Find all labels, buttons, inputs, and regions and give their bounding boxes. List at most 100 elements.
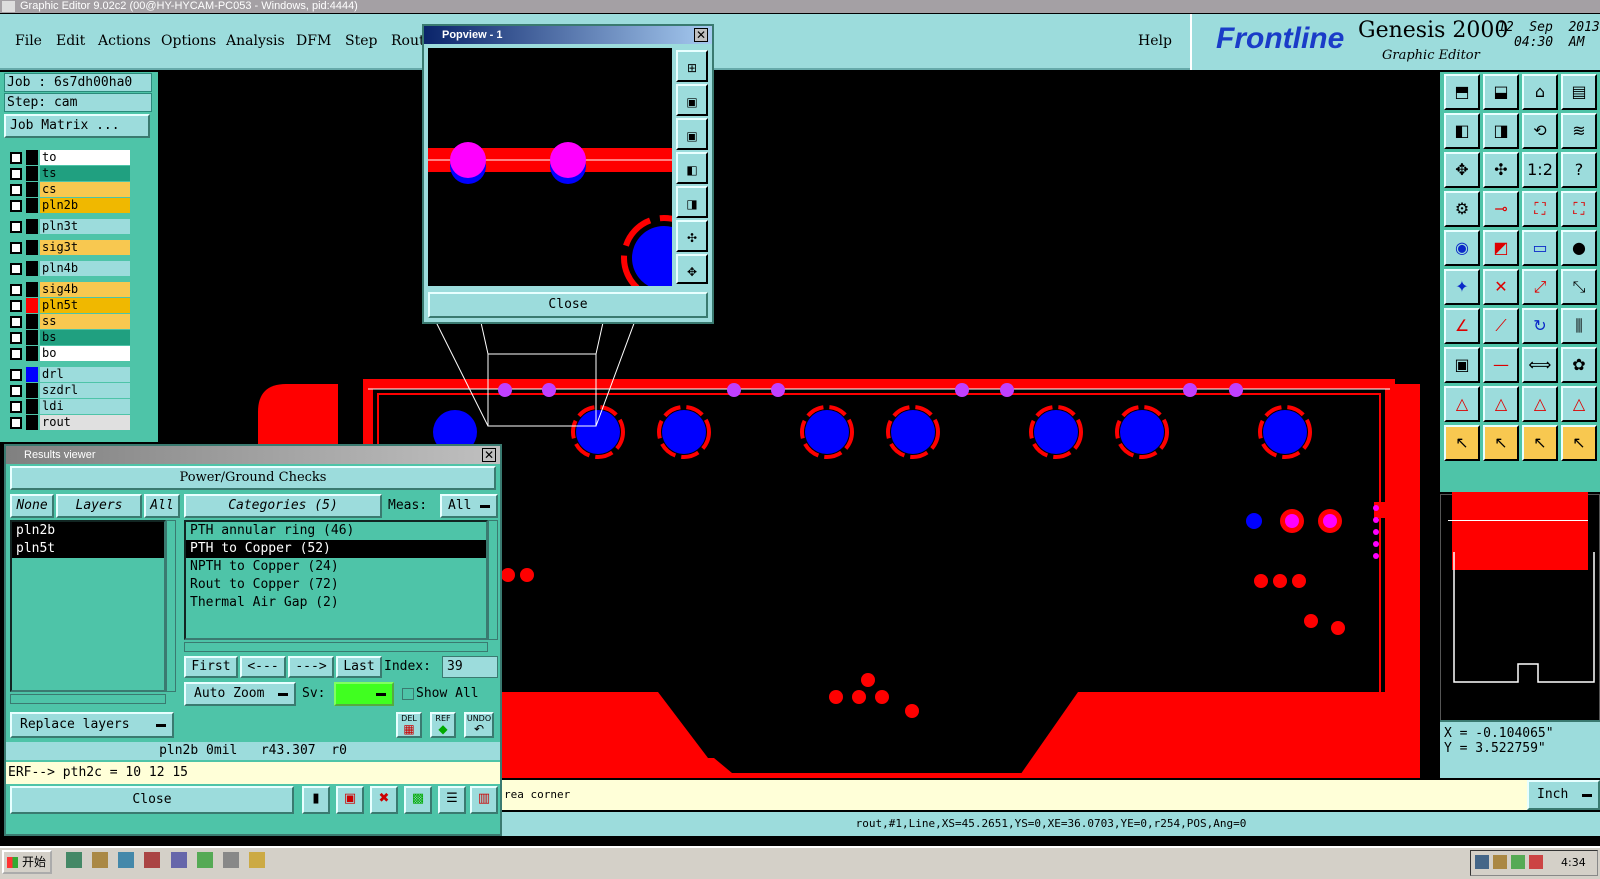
popview-pan-up-icon[interactable]: ▣ bbox=[676, 84, 708, 116]
undo-button[interactable]: UNDO ↶ bbox=[464, 712, 494, 738]
category-item[interactable]: NPTH to Copper (24) bbox=[186, 558, 486, 576]
measure-icon[interactable]: ⊸ bbox=[1483, 191, 1519, 227]
category-list-scrollbar[interactable] bbox=[488, 520, 498, 640]
snap-icon[interactable]: ≋ bbox=[1561, 113, 1597, 149]
tri-4-icon[interactable]: △ bbox=[1561, 386, 1597, 422]
line-h-icon[interactable]: — bbox=[1483, 347, 1519, 383]
pan-right-icon[interactable]: ◨ bbox=[1483, 113, 1519, 149]
category-list-hscroll[interactable] bbox=[184, 642, 488, 652]
category-item[interactable]: PTH annular ring (46) bbox=[186, 522, 486, 540]
rotate-icon[interactable]: ⟲ bbox=[1522, 113, 1558, 149]
del-button[interactable]: DEL ▦ bbox=[396, 712, 422, 738]
layer-checkbox[interactable] bbox=[10, 385, 22, 397]
layer-row-ldi[interactable]: ldi bbox=[8, 399, 130, 414]
popview-pan-down-icon[interactable]: ▣ bbox=[676, 118, 708, 150]
box-icon[interactable]: ▣ bbox=[1444, 347, 1480, 383]
menu-file[interactable]: File bbox=[15, 33, 42, 49]
menu-analysis[interactable]: Analysis bbox=[226, 33, 285, 49]
layer-row-pln4b[interactable]: pln4b bbox=[8, 261, 130, 276]
replace-layers-select[interactable]: Replace layers bbox=[10, 712, 174, 738]
layer-list-scrollbar[interactable] bbox=[166, 520, 176, 692]
results-tool-1-icon[interactable]: ▮ bbox=[302, 786, 330, 814]
start-button[interactable]: 开始 bbox=[2, 850, 52, 874]
categories-button[interactable]: Categories (5) bbox=[184, 494, 382, 518]
tri-1-icon[interactable]: △ bbox=[1444, 386, 1480, 422]
menu-actions[interactable]: Actions bbox=[98, 33, 151, 49]
tri-2-icon[interactable]: △ bbox=[1483, 386, 1519, 422]
prev-button[interactable]: <--- bbox=[240, 656, 286, 678]
ruler-icon[interactable]: ▭ bbox=[1522, 230, 1558, 266]
select-4-icon[interactable]: ↖ bbox=[1561, 425, 1597, 461]
results-tool-2-icon[interactable]: ▣ bbox=[336, 786, 364, 814]
results-close-button[interactable]: Close bbox=[10, 786, 294, 814]
layer-row-rout[interactable]: rout bbox=[8, 415, 130, 430]
layer-row-pln3t[interactable]: pln3t bbox=[8, 219, 130, 234]
layout-icon[interactable]: ▤ bbox=[1561, 74, 1597, 110]
layer-list-hscroll[interactable] bbox=[10, 694, 166, 704]
results-tool-6-icon[interactable]: ▥ bbox=[470, 786, 498, 814]
help-icon[interactable]: ? bbox=[1561, 152, 1597, 188]
layer-row-to[interactable]: to bbox=[8, 150, 130, 165]
popview-fit-icon[interactable]: ✣ bbox=[676, 220, 708, 252]
center-icon[interactable]: ✣ bbox=[1483, 152, 1519, 188]
select-1-icon[interactable]: ↖ bbox=[1444, 425, 1480, 461]
ref-button[interactable]: REF ◆ bbox=[430, 712, 456, 738]
parallel-icon[interactable]: ⫼ bbox=[1561, 308, 1597, 344]
tray-icon[interactable] bbox=[1529, 855, 1543, 869]
job-matrix-button[interactable]: Job Matrix ... bbox=[4, 114, 150, 138]
category-item[interactable]: PTH to Copper (52) bbox=[186, 540, 486, 558]
layer-checkbox[interactable] bbox=[10, 369, 22, 381]
layer-checkbox[interactable] bbox=[10, 417, 22, 429]
layer-row-ts[interactable]: ts bbox=[8, 166, 130, 181]
show-all-checkbox[interactable] bbox=[402, 688, 414, 700]
layer-row-sig3t[interactable]: sig3t bbox=[8, 240, 130, 255]
layers-button[interactable]: Layers bbox=[56, 494, 142, 518]
popview-pan-left-icon[interactable]: ◧ bbox=[676, 152, 708, 184]
layer-row-pln2b[interactable]: pln2b bbox=[8, 198, 130, 213]
layer-checkbox[interactable] bbox=[10, 168, 22, 180]
quick-launch-icon[interactable] bbox=[170, 852, 187, 868]
arc-icon[interactable]: ↻ bbox=[1522, 308, 1558, 344]
quick-launch-icon[interactable] bbox=[118, 852, 135, 868]
layer-row-ss[interactable]: ss bbox=[8, 314, 130, 329]
pan-left-icon[interactable]: ◧ bbox=[1444, 113, 1480, 149]
popview-canvas[interactable] bbox=[428, 48, 672, 286]
layer-checkbox[interactable] bbox=[10, 242, 22, 254]
stretch-icon[interactable]: ⤢ bbox=[1522, 269, 1558, 305]
units-select[interactable]: Inch bbox=[1527, 780, 1600, 810]
layer-checkbox[interactable] bbox=[10, 184, 22, 196]
pattern-icon[interactable]: ✿ bbox=[1561, 347, 1597, 383]
category-item[interactable]: Rout to Copper (72) bbox=[186, 576, 486, 594]
net-2-icon[interactable]: ⛶ bbox=[1561, 191, 1597, 227]
tray-icon[interactable] bbox=[1511, 855, 1525, 869]
layer-checkbox[interactable] bbox=[10, 152, 22, 164]
layer-checkbox[interactable] bbox=[10, 284, 22, 296]
menu-edit[interactable]: Edit bbox=[56, 33, 85, 49]
category-list[interactable]: PTH annular ring (46) PTH to Copper (52) N… bbox=[184, 520, 488, 640]
tray-icon[interactable] bbox=[1475, 855, 1489, 869]
layer-row-sig4b[interactable]: sig4b bbox=[8, 282, 130, 297]
popview-close-button[interactable]: Close bbox=[428, 292, 708, 318]
zoom-home-icon[interactable]: ⬒ bbox=[1444, 74, 1480, 110]
layer-row-cs[interactable]: cs bbox=[8, 182, 130, 197]
results-tool-4-icon[interactable]: ▩ bbox=[404, 786, 432, 814]
layer-checkbox[interactable] bbox=[10, 316, 22, 328]
layer-row-szdrl[interactable]: szdrl bbox=[8, 383, 130, 398]
layer-checkbox[interactable] bbox=[10, 348, 22, 360]
menu-dfm[interactable]: DFM bbox=[296, 33, 331, 49]
index-input[interactable]: 39 bbox=[442, 656, 498, 678]
layer-checkbox[interactable] bbox=[10, 401, 22, 413]
category-item[interactable]: Thermal Air Gap (2) bbox=[186, 594, 486, 612]
connect-icon[interactable]: ✦ bbox=[1444, 269, 1480, 305]
layer-checkbox[interactable] bbox=[10, 221, 22, 233]
tri-3-icon[interactable]: △ bbox=[1522, 386, 1558, 422]
quick-launch-icon[interactable] bbox=[196, 852, 213, 868]
sv-color-select[interactable] bbox=[334, 682, 394, 706]
menu-rout[interactable]: Rout bbox=[391, 33, 425, 49]
ratio-icon[interactable]: 1:2 bbox=[1522, 152, 1558, 188]
pad-icon[interactable]: ◉ bbox=[1444, 230, 1480, 266]
menu-options[interactable]: Options bbox=[161, 33, 216, 49]
overview-map[interactable] bbox=[1440, 492, 1600, 754]
layer-checkbox[interactable] bbox=[10, 263, 22, 275]
result-layer-item[interactable]: pln5t bbox=[12, 540, 164, 558]
